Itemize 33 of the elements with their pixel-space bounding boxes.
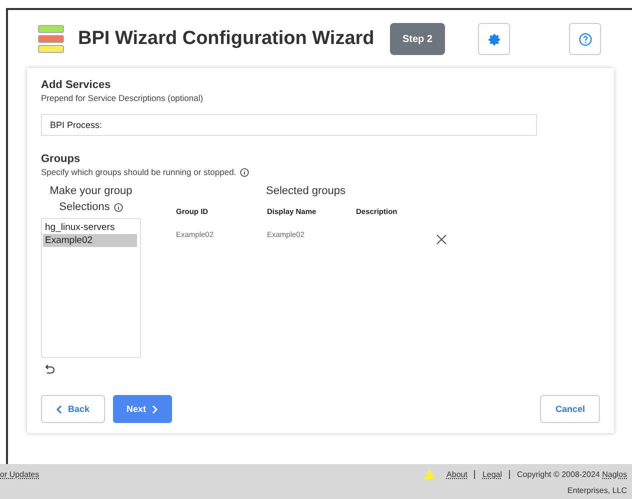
copyright-text: Copyright © 2008-2024 [517, 470, 600, 478]
cancel-button[interactable]: Cancel [540, 395, 600, 423]
settings-icon [488, 32, 500, 46]
next-button[interactable]: Next [112, 395, 172, 423]
undo-icon[interactable] [45, 364, 55, 374]
field-hint: Prepend for Service Descriptions (optional) [41, 93, 204, 103]
warning-icon [424, 469, 435, 479]
info-icon [114, 202, 123, 212]
section-heading: Groups [41, 153, 82, 165]
list-item[interactable]: Example02 [43, 234, 137, 248]
selected-title: Selected groups [266, 184, 346, 200]
input-field[interactable]: BPI Process: [41, 114, 537, 136]
settings-button[interactable] [478, 23, 510, 55]
footer-link[interactable]: Legal [482, 470, 502, 478]
footer-link[interactable]: or Updates [0, 470, 40, 478]
chevron-left-icon [56, 404, 62, 414]
wizard-title: BPI Wizard Configuration Wizard [78, 28, 376, 50]
chevron-right-icon [152, 404, 158, 414]
list-item[interactable]: hg_linux-servers [43, 221, 137, 234]
step-button[interactable]: Step 2 [390, 23, 445, 55]
logo-icon [38, 25, 64, 53]
back-button[interactable]: Back [41, 395, 105, 423]
picker-title: Make your group [50, 184, 132, 200]
picker-title: Selections [59, 200, 110, 216]
footer-link[interactable]: About [446, 470, 468, 478]
footer-link[interactable]: Naglos [602, 470, 627, 478]
help-button[interactable] [569, 23, 601, 55]
remove-icon[interactable] [436, 234, 447, 246]
copyright-text: Enterprises, LLC [567, 486, 627, 495]
help-icon [578, 32, 592, 46]
section-heading: Add Services [41, 79, 112, 91]
info-icon [240, 168, 250, 178]
field-hint: Specify which groups should be running or stopped. [41, 167, 236, 177]
